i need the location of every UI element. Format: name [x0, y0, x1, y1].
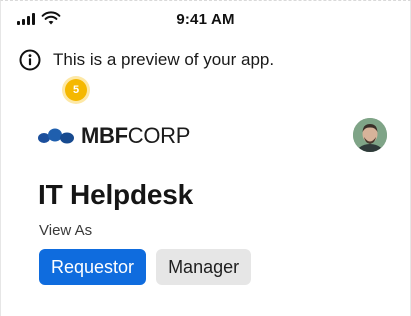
- company-logo: MBFCORP: [37, 125, 190, 147]
- status-bar: 9:41 AM: [1, 1, 410, 35]
- preview-message: This is a preview of your app.: [53, 50, 275, 69]
- logo-light-text: CORP: [127, 123, 191, 148]
- requestor-button[interactable]: Requestor: [39, 249, 147, 285]
- logo-bold-text: MBF: [81, 123, 128, 148]
- view-as-toggle: Requestor Manager: [39, 249, 252, 285]
- preview-banner: This is a preview of your app.: [19, 49, 274, 71]
- avatar-image: [353, 118, 387, 152]
- logo-wordmark: MBFCORP: [81, 125, 190, 147]
- view-as-label: View As: [39, 222, 93, 239]
- info-icon: [19, 49, 41, 71]
- status-time: 9:41 AM: [176, 11, 235, 28]
- app-preview-frame: 9:41 AM This is a preview of your app. 5…: [0, 0, 411, 316]
- manager-button[interactable]: Manager: [156, 249, 252, 285]
- mbf-logo-mark-icon: [38, 128, 74, 144]
- page-title: IT Helpdesk: [38, 179, 193, 210]
- step-number-badge: 5: [65, 79, 87, 101]
- user-avatar[interactable]: [353, 118, 387, 152]
